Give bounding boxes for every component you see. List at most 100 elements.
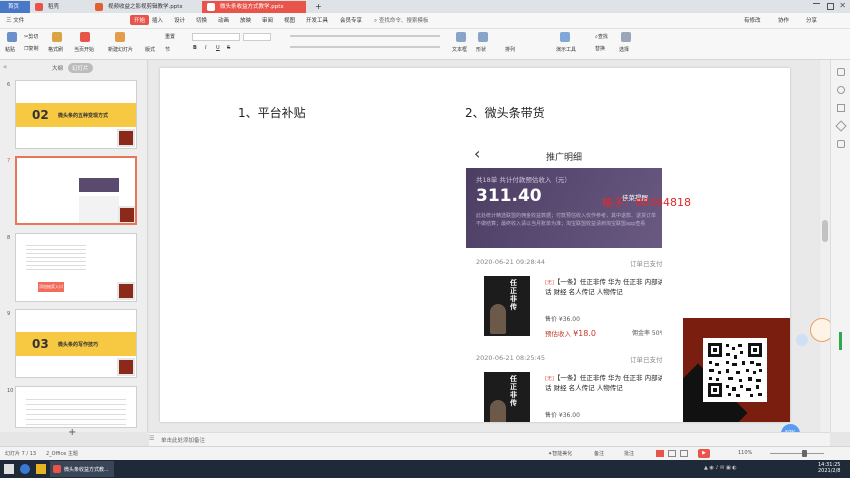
slide-thumb-7[interactable] [15,156,137,225]
has-changes[interactable]: 有修改 [744,16,761,24]
slides-tab[interactable]: 幻灯片 [68,63,93,73]
shape-icon[interactable] [478,32,488,42]
collapse-panel-icon[interactable]: « [3,63,7,71]
new-tab-button[interactable]: + [312,1,326,13]
menu-slideshow[interactable]: 放映 [240,16,251,24]
normal-view-icon[interactable] [656,450,664,457]
slide-thumb-10[interactable] [15,386,137,428]
layout-button[interactable]: 版式 [145,46,155,53]
phone-page-title: 推广明细 [545,153,582,163]
menu-developer[interactable]: 开发工具 [306,16,328,24]
order-tag: [无] [545,280,554,286]
order-desc-text: 【一条】任正非传 华为 任正非 内部讲话 财经 名人传记 人物传记 [545,278,662,296]
font-name-select[interactable] [192,33,240,41]
sidebar-settings-icon[interactable] [837,140,845,148]
notes-toggle[interactable]: 备注 [594,450,604,457]
play-icon[interactable]: ▶ [698,449,710,458]
summary-note: 此处统计精选联盟的佣金收益数据；付款预估收入仅作参考，其中退款、退货订单不做结算… [476,213,657,227]
zoom-level[interactable]: 110% [738,450,752,456]
slide-counter: 幻灯片 7 / 13 [5,451,36,457]
order-desc: [无]【一条】任正非传 华为 任正非 内部讲话 财经 名人传记 人物传记 [545,278,662,297]
find-button[interactable]: ⌕查找 [595,33,608,40]
bold-button[interactable]: B [193,45,197,51]
qr-code [703,338,767,402]
slide-thumb-6[interactable]: 02 微头条的五种变现方式 [15,80,137,149]
select-icon[interactable] [621,32,631,42]
paste-label: 粘贴 [5,47,16,53]
menu-animation[interactable]: 动画 [218,16,229,24]
smart-beautify-button[interactable]: ✦智能美化 [548,450,572,457]
font-size-select[interactable] [243,33,271,41]
close-icon[interactable]: ✕ [839,1,846,10]
slide[interactable]: 1、平台补贴 2、微头条带货 ‹ 推广明细 共18单 共计付款预估收入（元） 3… [160,68,790,422]
paste-icon[interactable] [7,32,17,42]
cut-button[interactable]: ✂剪切 [24,33,38,40]
copy-button[interactable]: ❐复制 [24,45,39,52]
annotate-toggle[interactable]: 批注 [624,450,634,457]
maximize-icon[interactable] [827,3,834,10]
arrange-button[interactable]: 排列 [505,46,515,53]
file-menu[interactable]: 三 文件 [6,16,24,24]
alignment-tools[interactable] [290,46,440,48]
right-sidebar [830,60,850,432]
collaborate-button[interactable]: 协作 [778,16,789,24]
scrollbar-thumb[interactable] [822,220,828,242]
new-slide-icon[interactable] [115,32,125,42]
menu-review[interactable]: 审阅 [262,16,273,24]
notes-area[interactable]: ☰ 单击此处添加备注 [149,432,830,446]
browser-icon[interactable] [20,464,30,474]
taskbar-window-wps[interactable]: 微头条收益方式教... [50,461,114,477]
menu-view[interactable]: 视图 [284,16,295,24]
menu-member[interactable]: 会员专享 [340,16,362,24]
menu-design[interactable]: 设计 [174,16,185,24]
minimize-icon[interactable] [813,3,820,4]
shape-label: 形状 [476,47,487,53]
share-button[interactable]: 分享 [806,16,817,24]
outline-tab[interactable]: 大纲 [52,64,63,72]
ribbon-toolbar: 粘贴 ✂剪切 ❐复制 格式刷 当页开始 新建幻灯片 版式 节 重置 B I U … [0,29,850,60]
add-slide-button[interactable]: + [68,427,76,438]
replace-button[interactable]: 替换 [595,45,605,52]
reading-view-icon[interactable] [680,450,688,457]
section-button[interactable]: 节 [165,46,170,53]
beautify-label: 智能美化 [552,451,573,457]
theme-name: 2_Office 主题 [46,451,78,457]
menu-insert[interactable]: 插入 [152,16,163,24]
sidebar-shape-icon[interactable] [837,68,845,76]
textbox-icon[interactable] [456,32,466,42]
tab-home[interactable]: 首页 [0,1,30,13]
cut-label: 剪切 [28,34,39,40]
presentation-tools-icon[interactable] [560,32,570,42]
slide-thumb-9[interactable]: 03 微头条的写作技巧 [15,309,137,378]
phone-screenshot: ‹ 推广明细 共18单 共计付款预估收入（元） 311.40 佳菜提醒 此处统计… [466,142,662,422]
sidebar-animation-icon[interactable] [837,104,845,112]
paragraph-tools[interactable] [290,35,440,37]
tab-video-pptx[interactable]: 视频收益之影视剪辑教学.pptx [90,1,202,13]
thumb-text-lines [26,242,86,270]
slide-thumb-8[interactable]: 添加抽奖入口 [15,233,137,302]
underline-button[interactable]: U [216,45,220,51]
strike-button[interactable]: S [227,45,230,51]
copy-label: 复制 [28,46,39,52]
italic-button[interactable]: I [205,45,206,51]
play-from-current-icon[interactable] [80,32,90,42]
clock[interactable]: 14:31:25 2021/2/8 [818,462,840,474]
tab-weitoutiao-pptx[interactable]: 微头条收益方式教学.pptx [202,1,306,13]
sidebar-style-icon[interactable] [837,86,845,94]
zoom-slider-handle[interactable] [802,450,807,457]
format-painter-icon[interactable] [52,32,62,42]
vertical-scrollbar[interactable] [820,60,830,432]
command-search[interactable]: ⌕ 查找命令、搜索模板 [374,16,428,25]
order-price: 售价 ¥36.00 [545,412,580,419]
menu-transition[interactable]: 切换 [196,16,207,24]
system-tray-icons[interactable]: ▲ ◉ ♪ ✉ ▣ ◐ [704,465,764,473]
explorer-icon[interactable] [36,464,46,474]
zoom-slider[interactable] [770,450,824,457]
menu-start[interactable]: 开始 [130,15,150,25]
tab-daoke[interactable]: 稻壳 [30,1,90,13]
windows-start-icon[interactable] [4,464,14,474]
reset-button[interactable]: 重置 [165,33,175,40]
sidebar-tool-icon[interactable] [835,120,847,132]
thumb-phone-list [79,196,119,223]
slide-sorter-icon[interactable] [668,450,676,457]
